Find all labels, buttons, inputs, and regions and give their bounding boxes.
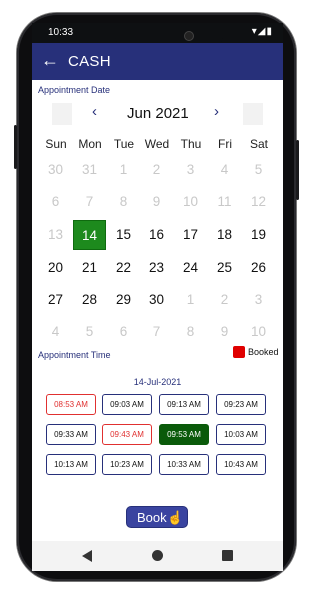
calendar-day: 7: [85, 194, 94, 209]
calendar-day: 5: [254, 162, 263, 177]
calendar-day: 11: [217, 194, 232, 209]
calendar-day-selected[interactable]: 14: [73, 220, 106, 250]
calendar-day: 6: [119, 324, 128, 339]
calendar-day: 1: [119, 162, 128, 177]
calendar-day[interactable]: 15: [107, 220, 140, 250]
calendar-day[interactable]: 16: [140, 220, 173, 250]
calendar-day: 4: [220, 162, 229, 177]
calendar-day: 30: [47, 162, 64, 177]
time-slot-booked: 08:53 AM: [46, 394, 96, 415]
calendar-day[interactable]: 25: [208, 253, 241, 283]
calendar-day: 13: [47, 227, 64, 242]
calendar-day: 6: [51, 194, 60, 209]
calendar-day[interactable]: 20: [39, 253, 72, 283]
calendar-day[interactable]: 17: [174, 220, 207, 250]
time-slot[interactable]: 10:43 AM: [216, 454, 266, 475]
time-slot-booked: 09:43 AM: [102, 424, 152, 445]
time-slot[interactable]: 10:23 AM: [102, 454, 152, 475]
booked-legend-label: Booked: [248, 347, 279, 357]
calendar-day[interactable]: 29: [107, 285, 140, 315]
power-button: [296, 140, 299, 200]
calendar-day[interactable]: 18: [208, 220, 241, 250]
book-button-label: Book: [137, 510, 167, 525]
calendar-day[interactable]: 23: [140, 253, 173, 283]
selected-date: 14-Jul-2021: [133, 377, 182, 387]
calendar-day: 1: [186, 292, 195, 307]
calendar-day: 5: [85, 324, 94, 339]
calendar-day: 7: [152, 324, 161, 339]
calendar-day[interactable]: 28: [73, 285, 106, 315]
calendar-day: 2: [220, 292, 229, 307]
calendar-day: 10: [182, 194, 199, 209]
screen: 10:33 ▾◢▮ ← CASH Appointment Date ‹ Jun …: [32, 23, 283, 571]
booked-swatch-icon: [233, 346, 245, 358]
nav-home-icon[interactable]: [152, 550, 163, 561]
calendar-day[interactable]: 19: [242, 220, 275, 250]
calendar-day[interactable]: 27: [39, 285, 72, 315]
time-slot-selected[interactable]: 09:53 AM: [159, 424, 209, 445]
nav-recents-icon[interactable]: [222, 550, 233, 561]
calendar-day[interactable]: 24: [174, 253, 207, 283]
time-slot[interactable]: 10:33 AM: [159, 454, 209, 475]
calendar-day[interactable]: 22: [107, 253, 140, 283]
calendar-day[interactable]: 26: [242, 253, 275, 283]
calendar-day: 9: [152, 194, 161, 209]
time-slot[interactable]: 09:23 AM: [216, 394, 266, 415]
calendar-day: 8: [119, 194, 128, 209]
time-slot[interactable]: 09:13 AM: [159, 394, 209, 415]
calendar-day[interactable]: 30: [140, 285, 173, 315]
hand-pointer-icon: ☝: [167, 510, 184, 525]
appointment-time-label: Appointment Time: [38, 350, 111, 360]
time-slot[interactable]: 09:33 AM: [46, 424, 96, 445]
system-nav-bar: [32, 541, 283, 571]
calendar-day: 31: [81, 162, 98, 177]
time-slot[interactable]: 10:13 AM: [46, 454, 96, 475]
volume-button: [14, 125, 17, 169]
calendar-day: 10: [250, 324, 267, 339]
time-slot[interactable]: 10:03 AM: [216, 424, 266, 445]
calendar-day: 3: [254, 292, 263, 307]
calendar-day: 9: [220, 324, 229, 339]
calendar-day: 3: [186, 162, 195, 177]
nav-back-icon[interactable]: [82, 550, 92, 562]
calendar-grid: 30 31 1 2 3 4 5 6 7 8 9 10 11 12 13 14 15 16 17 18 19 20 21 22 2…: [32, 23, 283, 363]
calendar-day: 2: [152, 162, 161, 177]
calendar-day: 8: [186, 324, 195, 339]
calendar-day[interactable]: 21: [73, 253, 106, 283]
book-button[interactable]: Book ☝: [126, 506, 188, 528]
time-slot[interactable]: 09:03 AM: [102, 394, 152, 415]
calendar-day: 4: [51, 324, 60, 339]
calendar-day: 12: [250, 194, 267, 209]
booked-legend: Booked: [233, 346, 281, 360]
